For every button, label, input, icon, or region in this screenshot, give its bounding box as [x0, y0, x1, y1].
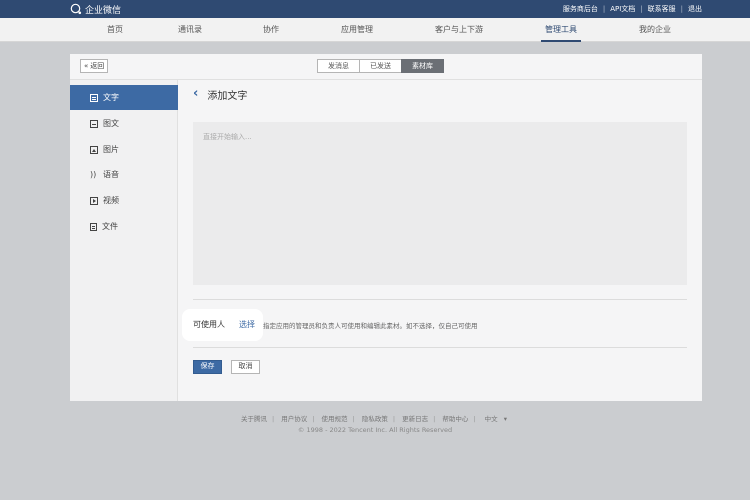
sidebar-item-file[interactable]: 文件 [70, 214, 178, 239]
nav-item-collaboration[interactable]: 协作 [263, 18, 279, 42]
top-link-separator: | [602, 5, 606, 13]
top-link-separator: | [680, 5, 683, 13]
language-label: 中文 [484, 415, 498, 423]
footer-separator: | [433, 415, 436, 423]
logo[interactable]: 企业微信 [70, 3, 122, 16]
chevron-left-icon[interactable]: ‹ [193, 87, 198, 101]
page-title-row: ‹ 添加文字 [193, 87, 248, 102]
nav-item-my-enterprise[interactable]: 我的企业 [639, 18, 671, 42]
top-link-api-docs[interactable]: API文档 [610, 4, 635, 14]
footer-link-rules[interactable]: 使用规范 [322, 415, 348, 423]
sidebar-item-label: 文件 [102, 222, 118, 231]
image-icon [90, 145, 98, 154]
divider [193, 299, 687, 300]
top-bar: 企业微信 服务商后台 | API文档 | 联系客服 | 退出 [0, 0, 750, 18]
footer-link-about[interactable]: 关于腾讯 [241, 415, 267, 423]
footer-separator: | [312, 415, 315, 423]
footer-language-select[interactable]: 中文 ▾ [483, 415, 509, 423]
video-icon [90, 196, 98, 205]
top-link-separator: | [640, 5, 643, 13]
footer-link-privacy[interactable]: 隐私政策 [362, 415, 388, 423]
text-editor[interactable] [193, 122, 687, 285]
message-tabs: 发消息 已发送 素材库 [317, 59, 444, 73]
permission-label: 可使用人 [193, 320, 225, 329]
double-chevron-left-icon: « [84, 62, 89, 70]
footer-separator: | [271, 415, 275, 423]
sidebar-item-label: 语音 [103, 170, 119, 179]
voice-icon: )) [90, 169, 97, 179]
divider [193, 347, 687, 348]
nav-item-management-tools[interactable]: 管理工具 [541, 18, 581, 42]
sidebar-item-video[interactable]: 视频 [70, 188, 178, 213]
sidebar-item-label: 图片 [103, 145, 119, 154]
back-button-label: 返回 [90, 62, 105, 70]
footer-links: 关于腾讯 | 用户协议 | 使用规范 | 隐私政策 | 更新日志 | 帮助中心 | 中文 ▾ [0, 413, 750, 423]
news-icon [90, 119, 98, 128]
material-sidebar: 文字 图文 图片 )) 语音 视频 文件 [70, 80, 178, 401]
wework-logo-icon [70, 3, 82, 15]
footer-separator: | [352, 415, 355, 423]
logo-text: 企业微信 [85, 5, 122, 16]
main-nav: 首页 通讯录 协作 应用管理 客户与上下游 管理工具 我的企业 [0, 18, 750, 42]
sidebar-item-image[interactable]: 图片 [70, 137, 178, 162]
permission-hint: 指定应用的管理员和负责人可使用和编辑此素材。如不选择，仅自己可使用 [263, 322, 478, 330]
sidebar-item-news[interactable]: 图文 [70, 111, 178, 136]
sidebar-item-label: 文字 [103, 93, 119, 102]
nav-item-app-management[interactable]: 应用管理 [341, 18, 373, 42]
permission-select-link[interactable]: 选择 [239, 319, 255, 330]
nav-item-home[interactable]: 首页 [107, 18, 123, 42]
cancel-button[interactable]: 取消 [231, 360, 260, 374]
footer-link-terms[interactable]: 用户协议 [281, 415, 307, 423]
footer-separator: | [392, 415, 396, 423]
footer-separator: | [473, 415, 476, 423]
nav-item-contacts[interactable]: 通讯录 [178, 18, 202, 42]
card-header: « 返回 发消息 已发送 素材库 [70, 54, 702, 80]
text-icon [90, 93, 98, 102]
page-title: 添加文字 [207, 90, 248, 102]
tab-material-library[interactable]: 素材库 [401, 59, 444, 73]
nav-item-customers[interactable]: 客户与上下游 [435, 18, 483, 42]
top-link-provider[interactable]: 服务商后台 [563, 4, 598, 14]
material-card: « 返回 发消息 已发送 素材库 文字 图文 图片 )) 语音 视频 文件 ‹ … [70, 54, 702, 401]
sidebar-item-label: 图文 [103, 119, 119, 128]
top-link-contact[interactable]: 联系客服 [648, 4, 676, 14]
sidebar-item-label: 视频 [103, 196, 119, 205]
footer-link-help[interactable]: 帮助中心 [442, 415, 468, 423]
copyright: © 1998 - 2022 Tencent Inc. All Rights Re… [297, 426, 453, 434]
top-link-logout[interactable]: 退出 [688, 4, 702, 14]
tab-sent[interactable]: 已发送 [359, 59, 402, 73]
chevron-down-icon: ▾ [503, 415, 508, 423]
footer-link-changelog[interactable]: 更新日志 [402, 415, 428, 423]
top-links: 服务商后台 | API文档 | 联系客服 | 退出 [563, 4, 702, 14]
save-button[interactable]: 保存 [193, 360, 222, 374]
file-icon [90, 222, 97, 231]
sidebar-item-text[interactable]: 文字 [70, 85, 178, 110]
tab-send-message[interactable]: 发消息 [317, 59, 360, 73]
back-button[interactable]: « 返回 [80, 59, 109, 73]
sidebar-item-voice[interactable]: )) 语音 [70, 162, 178, 187]
